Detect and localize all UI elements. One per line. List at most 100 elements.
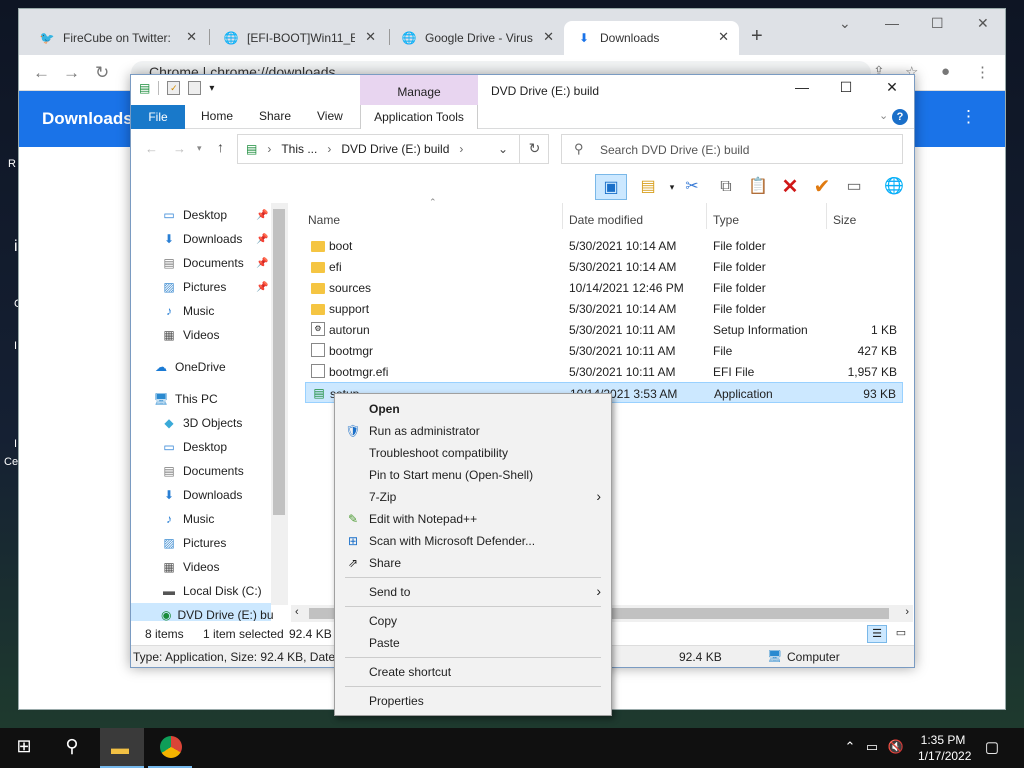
file-row[interactable]: sources 10/14/2021 12:46 PM File folder <box>305 277 903 298</box>
menu-item-copy[interactable]: Copy <box>335 610 611 632</box>
large-icons-view-icon[interactable]: ▭ <box>891 625 911 643</box>
up-icon[interactable]: ↑ <box>217 139 224 155</box>
back-icon[interactable]: ← <box>33 63 50 83</box>
windows-start-icon[interactable]: ⊞ <box>10 736 38 757</box>
tab-search-icon[interactable]: ⌄ <box>839 15 851 32</box>
tab-share[interactable]: Share <box>259 109 291 123</box>
column-date[interactable]: Date modified <box>569 213 643 227</box>
back-icon[interactable]: ← <box>145 141 158 156</box>
view-options-icon[interactable]: ▤ <box>635 174 661 200</box>
column-divider[interactable] <box>826 203 827 229</box>
menu-icon[interactable]: ⋮ <box>975 63 990 81</box>
nav-item-videos-quick[interactable]: ▦ Videos <box>131 323 271 347</box>
nav-item-videos[interactable]: ▦ Videos <box>131 555 271 579</box>
address-bar[interactable]: ▤ › This ... › DVD Drive (E:) build › ⌄ <box>237 134 549 164</box>
close-tab-icon[interactable]: ✕ <box>718 29 729 45</box>
column-type[interactable]: Type <box>713 213 739 227</box>
new-tab-button[interactable]: + <box>751 25 763 48</box>
forward-icon[interactable]: → <box>63 63 80 83</box>
tab-firecube[interactable]: 🐦 FireCube on Twitter: ✕ <box>27 21 207 55</box>
file-row[interactable]: boot 5/30/2021 10:14 AM File folder <box>305 235 903 256</box>
copy-icon[interactable]: ⧉ <box>713 174 739 200</box>
nav-item-music[interactable]: ♪ Music <box>131 507 271 531</box>
forward-icon[interactable]: → <box>173 141 186 156</box>
nav-item-documents-quick[interactable]: ▤ Documents 📌 <box>131 251 271 275</box>
tab-application-tools[interactable]: Application Tools <box>360 105 478 129</box>
nav-item-music-quick[interactable]: ♪ Music <box>131 299 271 323</box>
menu-item-share[interactable]: ⇗ Share <box>335 552 611 574</box>
menu-item-pin-to-start[interactable]: Pin to Start menu (Open-Shell) <box>335 464 611 486</box>
file-row[interactable]: ⚙ autorun 5/30/2021 10:11 AM Setup Informat… <box>305 319 903 340</box>
preview-pane-icon[interactable]: ▣ <box>595 174 627 200</box>
tab-downloads[interactable]: ⬇ Downloads ✕ <box>564 21 739 55</box>
close-tab-icon[interactable]: ✕ <box>365 29 376 45</box>
menu-item-create-shortcut[interactable]: Create shortcut <box>335 661 611 683</box>
tab-efi-boot[interactable]: 🌐 [EFI-BOOT]Win11_En ✕ <box>211 21 386 55</box>
scrollbar-thumb[interactable] <box>273 209 285 515</box>
menu-item-properties[interactable]: Properties <box>335 690 611 712</box>
breadcrumb-this-pc[interactable]: This ... <box>281 142 317 156</box>
rename-icon[interactable]: ✔ <box>809 174 835 200</box>
menu-item-7zip[interactable]: 7-Zip › <box>335 486 611 508</box>
breadcrumb-dvd-drive[interactable]: DVD Drive (E:) build <box>341 142 449 156</box>
properties-icon[interactable]: ▭ <box>841 174 867 200</box>
nav-item-documents[interactable]: ▤ Documents <box>131 459 271 483</box>
nav-scrollbar[interactable] <box>271 203 288 605</box>
volume-muted-icon[interactable]: 🔇 <box>882 739 910 755</box>
reload-icon[interactable]: ↻ <box>95 63 109 83</box>
file-row[interactable]: support 5/30/2021 10:14 AM File folder <box>305 298 903 319</box>
maximize-icon[interactable]: ☐ <box>931 15 944 32</box>
taskbar-chrome[interactable] <box>148 728 192 768</box>
column-size[interactable]: Size <box>833 213 856 227</box>
file-row[interactable]: bootmgr.efi 5/30/2021 10:11 AM EFI File 1,9… <box>305 361 903 382</box>
file-row[interactable]: bootmgr 5/30/2021 10:11 AM File 427 KB <box>305 340 903 361</box>
search-input[interactable]: ⚲ Search DVD Drive (E:) build <box>561 134 903 164</box>
close-icon[interactable]: ✕ <box>977 15 989 32</box>
nav-item-desktop-quick[interactable]: ▭ Desktop 📌 <box>131 203 271 227</box>
scroll-right-icon[interactable]: › <box>905 606 909 618</box>
menu-item-run-as-administrator[interactable]: 🛡 Run as administrator <box>335 420 611 442</box>
details-view-icon[interactable]: ☰ <box>867 625 887 643</box>
menu-item-troubleshoot[interactable]: Troubleshoot compatibility <box>335 442 611 464</box>
tab-google-drive[interactable]: 🌐 Google Drive - Virus ✕ <box>389 21 564 55</box>
delete-icon[interactable]: ✕ <box>777 174 803 200</box>
column-divider[interactable] <box>562 203 563 229</box>
column-divider[interactable] <box>706 203 707 229</box>
column-name[interactable]: Name <box>308 213 340 227</box>
nav-item-this-pc[interactable]: 🖥 This PC <box>131 387 271 411</box>
nav-item-3d-objects[interactable]: ◆ 3D Objects <box>131 411 271 435</box>
tab-file[interactable]: File <box>131 105 185 129</box>
notifications-icon[interactable]: ▢ <box>978 738 1006 756</box>
menu-item-send-to[interactable]: Send to › <box>335 581 611 603</box>
cut-icon[interactable]: ✂ <box>679 174 705 200</box>
chevron-down-icon[interactable]: ⌄ <box>498 142 508 156</box>
minimize-icon[interactable]: — <box>885 15 899 31</box>
menu-item-scan-defender[interactable]: ⊞ Scan with Microsoft Defender... <box>335 530 611 552</box>
close-tab-icon[interactable]: ✕ <box>543 29 554 45</box>
menu-item-open[interactable]: Open <box>335 398 611 420</box>
expand-ribbon-icon[interactable]: ⌄ <box>879 109 888 122</box>
taskbar-file-explorer[interactable]: ▬ <box>100 728 144 768</box>
clock[interactable]: 1:35 PM 1/17/2022 <box>918 732 971 764</box>
tab-view[interactable]: View <box>317 109 343 123</box>
nav-item-local-disk[interactable]: ▬ Local Disk (C:) <box>131 579 271 603</box>
close-icon[interactable]: ✕ <box>877 79 907 96</box>
maximize-icon[interactable]: ☐ <box>831 79 861 96</box>
menu-item-paste[interactable]: Paste <box>335 632 611 654</box>
nav-item-downloads[interactable]: ⬇ Downloads <box>131 483 271 507</box>
manage-tab[interactable]: Manage <box>360 75 478 105</box>
tab-home[interactable]: Home <box>201 109 233 123</box>
minimize-icon[interactable]: — <box>787 79 817 95</box>
menu-item-edit-notepadpp[interactable]: ✎ Edit with Notepad++ <box>335 508 611 530</box>
refresh-button[interactable]: ↻ <box>519 134 549 164</box>
globe-icon[interactable]: 🌐 <box>881 174 907 200</box>
file-row[interactable]: efi 5/30/2021 10:14 AM File folder <box>305 256 903 277</box>
nav-item-onedrive[interactable]: ☁ OneDrive <box>131 355 271 379</box>
help-icon[interactable]: ? <box>892 109 908 125</box>
nav-item-desktop[interactable]: ▭ Desktop <box>131 435 271 459</box>
search-icon[interactable]: ⚲ <box>58 736 86 757</box>
recent-locations-icon[interactable]: ▾ <box>197 143 202 154</box>
nav-item-pictures[interactable]: ▨ Pictures <box>131 531 271 555</box>
more-icon[interactable]: ⋮ <box>960 107 977 127</box>
profile-icon[interactable]: ● <box>941 63 950 80</box>
